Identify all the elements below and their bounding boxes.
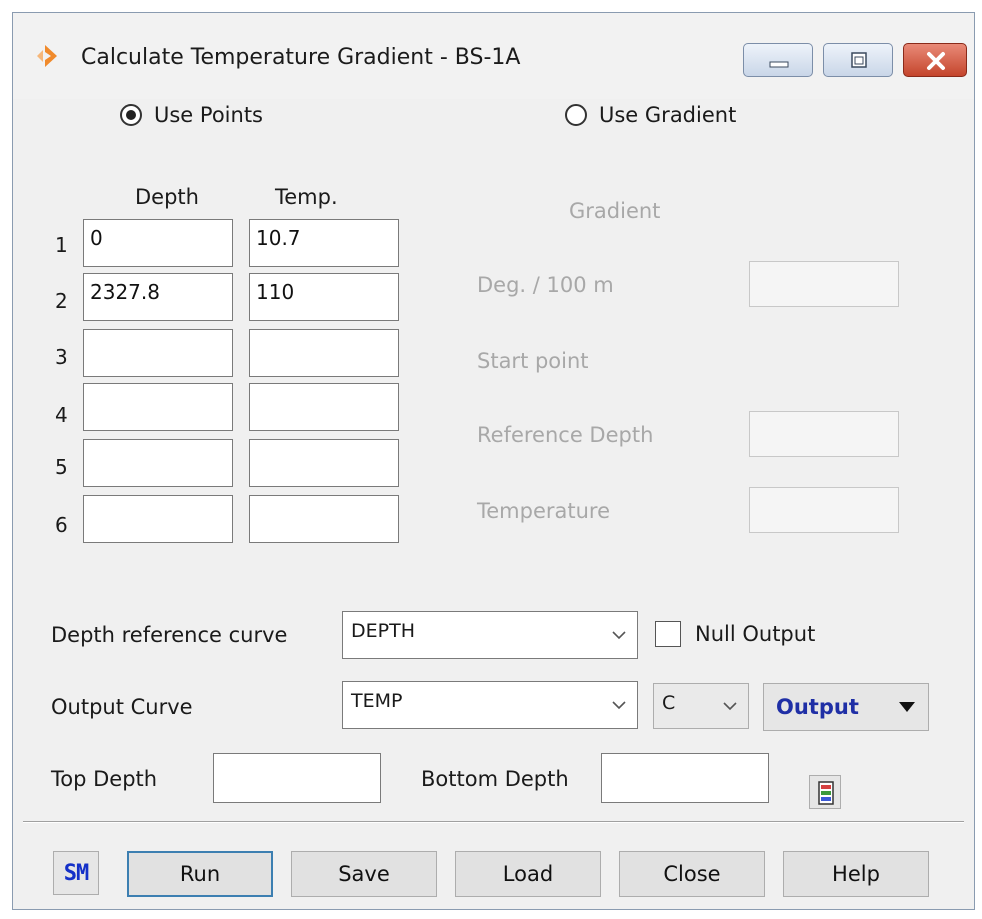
temperature-input[interactable]	[749, 487, 899, 533]
help-button[interactable]: Help	[783, 851, 929, 897]
depth-column-header: Depth	[135, 185, 199, 209]
log-track-icon	[818, 781, 834, 805]
depth-input-2[interactable]: 2327.8	[83, 273, 233, 321]
depth-reference-curve-label: Depth reference curve	[51, 623, 288, 647]
chevron-down-icon	[723, 702, 737, 711]
row-number: 6	[55, 513, 68, 537]
temperature-label: Temperature	[477, 499, 611, 523]
gradient-header: Gradient	[569, 199, 661, 223]
reference-depth-input[interactable]	[749, 411, 899, 457]
output-curve-label: Output Curve	[51, 695, 193, 719]
deg-per-100m-input[interactable]	[749, 261, 899, 307]
depth-input-6[interactable]	[83, 495, 233, 543]
title-bar[interactable]: Calculate Temperature Gradient - BS-1A	[13, 13, 974, 99]
top-depth-label: Top Depth	[51, 767, 158, 791]
temp-input-4[interactable]	[249, 383, 399, 431]
app-arrow-icon	[35, 43, 65, 69]
save-button[interactable]: Save	[291, 851, 437, 897]
unit-value: C	[662, 692, 676, 714]
row-number: 2	[55, 289, 68, 313]
use-gradient-label: Use Gradient	[599, 103, 737, 127]
start-point-label: Start point	[477, 349, 589, 373]
null-output-label: Null Output	[695, 622, 816, 646]
temp-input-6[interactable]	[249, 495, 399, 543]
radio-selected-indicator	[120, 104, 142, 126]
window-title: Calculate Temperature Gradient - BS-1A	[81, 45, 521, 70]
output-curve-value: TEMP	[351, 690, 403, 712]
close-button[interactable]: Close	[619, 851, 765, 897]
depth-input-5[interactable]	[83, 439, 233, 487]
depth-input-3[interactable]	[83, 329, 233, 377]
load-button[interactable]: Load	[455, 851, 601, 897]
sm-logo-icon: SM	[53, 851, 99, 895]
row-number: 1	[55, 233, 68, 257]
use-points-label: Use Points	[154, 103, 263, 127]
dialog-window: Calculate Temperature Gradient - BS-1A U…	[12, 12, 975, 910]
depth-reference-curve-select[interactable]: DEPTH	[342, 611, 638, 659]
minimize-icon	[769, 61, 789, 68]
maximize-button[interactable]	[823, 43, 893, 77]
close-window-button[interactable]	[903, 43, 967, 77]
depth-input-1[interactable]: 0	[83, 219, 233, 267]
output-button-label: Output	[776, 695, 859, 719]
top-depth-input[interactable]	[213, 753, 381, 803]
reference-depth-label: Reference Depth	[477, 423, 654, 447]
temp-column-header: Temp.	[275, 185, 338, 209]
depth-reference-curve-value: DEPTH	[351, 620, 415, 642]
minimize-button[interactable]	[743, 43, 813, 77]
deg-per-100m-label: Deg. / 100 m	[477, 273, 614, 297]
depth-input-4[interactable]	[83, 383, 233, 431]
checkbox-box	[655, 621, 681, 647]
chevron-down-icon	[612, 631, 626, 640]
depth-range-picker-button[interactable]	[809, 775, 841, 809]
triangle-down-icon	[899, 702, 915, 712]
run-button[interactable]: Run	[127, 851, 273, 897]
chevron-down-icon	[612, 701, 626, 710]
maximize-icon	[851, 52, 867, 68]
close-icon	[927, 52, 945, 70]
temp-input-1[interactable]: 10.7	[249, 219, 399, 267]
use-points-radio[interactable]: Use Points	[120, 103, 263, 127]
footer-separator	[23, 821, 964, 823]
temp-input-3[interactable]	[249, 329, 399, 377]
output-curve-select[interactable]: TEMP	[342, 681, 638, 729]
use-gradient-radio[interactable]: Use Gradient	[565, 103, 736, 127]
unit-select[interactable]: C	[653, 683, 749, 729]
bottom-depth-label: Bottom Depth	[421, 767, 569, 791]
output-dropdown-button[interactable]: Output	[763, 683, 929, 731]
row-number: 3	[55, 345, 68, 369]
radio-unselected-indicator	[565, 104, 587, 126]
bottom-depth-input[interactable]	[601, 753, 769, 803]
temp-input-2[interactable]: 110	[249, 273, 399, 321]
temp-input-5[interactable]	[249, 439, 399, 487]
null-output-checkbox[interactable]: Null Output	[655, 621, 815, 647]
row-number: 4	[55, 403, 68, 427]
row-number: 5	[55, 455, 68, 479]
